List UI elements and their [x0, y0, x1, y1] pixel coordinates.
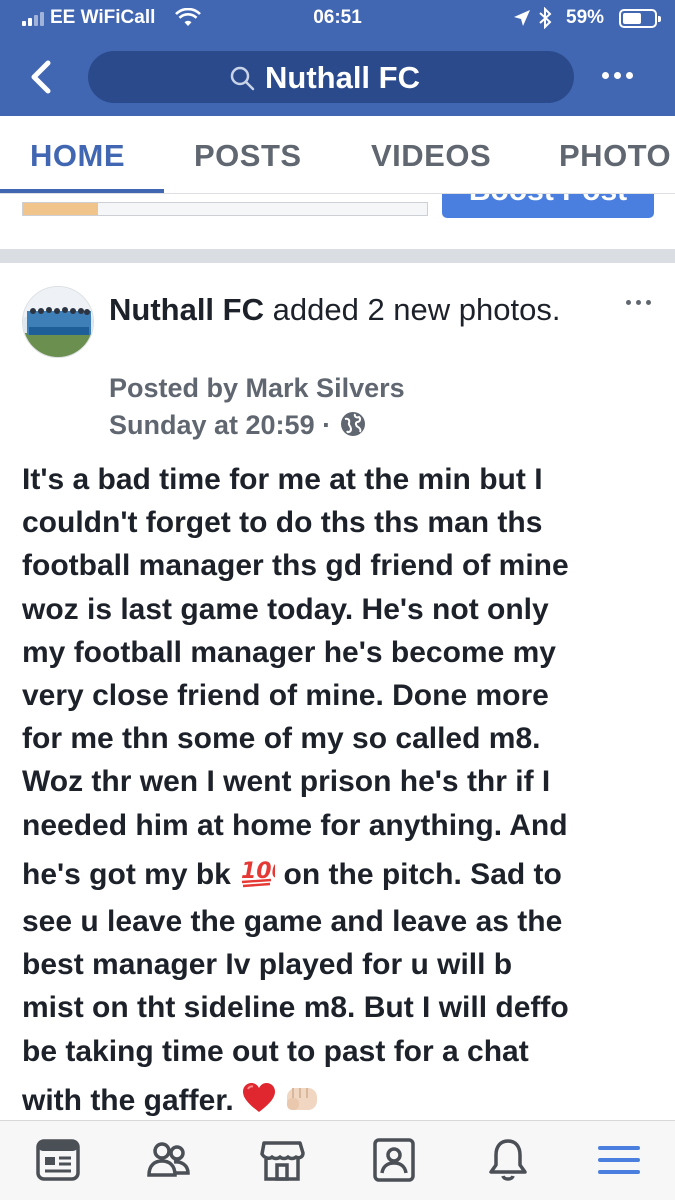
post-line: football manager ths gd friend of mine: [22, 549, 569, 583]
tab-videos[interactable]: VIDEOS: [371, 138, 491, 174]
post-line: mist on tht sideline m8. But I will deff…: [22, 991, 569, 1025]
status-bar: EE WiFiCall 06:51 59%: [0, 0, 675, 38]
post-line: with the gaffer.: [22, 1079, 662, 1126]
groups-icon[interactable]: [144, 1135, 194, 1185]
post-line: Woz thr wen I went prison he's thr if I: [22, 765, 551, 799]
notifications-icon[interactable]: [483, 1135, 533, 1185]
post-line: be taking time out to past for a chat: [22, 1034, 529, 1068]
back-button[interactable]: [22, 55, 62, 99]
post-action: added 2 new photos.: [272, 292, 561, 327]
post-line: my football manager he's become my: [22, 635, 556, 669]
post-line: couldn't forget to do ths ths man ths: [22, 506, 543, 540]
post-timestamp[interactable]: Sunday at 20:59 ·: [109, 410, 331, 440]
post-line: see u leave the game and leave as the: [22, 905, 563, 939]
tab-home[interactable]: HOME: [30, 138, 125, 174]
top-header: EE WiFiCall 06:51 59% Nuthall FC: [0, 0, 675, 116]
post-options-button[interactable]: [624, 298, 654, 310]
hundred-points-emoji: 100: [239, 856, 287, 900]
search-input[interactable]: Nuthall FC: [88, 51, 574, 103]
bluetooth-icon: [538, 6, 552, 35]
location-arrow-icon: [513, 9, 531, 33]
tab-posts[interactable]: POSTS: [194, 138, 302, 174]
boost-post-button[interactable]: Boost Post: [442, 194, 654, 218]
menu-icon[interactable]: [594, 1135, 644, 1185]
more-options-button[interactable]: [598, 64, 638, 88]
post-line: for me thn some of my so called m8.: [22, 722, 541, 756]
page-avatar[interactable]: [22, 286, 94, 358]
active-tab-indicator: [0, 189, 164, 193]
page-tabs: HOME POSTS VIDEOS PHOTO: [0, 116, 675, 194]
section-divider: [0, 249, 675, 263]
audience-progress-bar: [22, 202, 428, 216]
post-body: It's a bad time for me at the min but I …: [22, 458, 662, 1126]
posted-by: Posted by Mark Silvers: [109, 373, 405, 403]
boost-post-row: Boost Post: [0, 194, 675, 246]
post-line: best manager Iv played for u will b: [22, 948, 513, 982]
tab-photos[interactable]: PHOTO: [559, 138, 671, 174]
post-header: Nuthall FC added 2 new photos.: [109, 288, 609, 331]
search-query: Nuthall FC: [265, 60, 420, 95]
globe-icon: [339, 410, 367, 445]
post-timestamp-row: Sunday at 20:59 ·: [109, 410, 367, 445]
post-line: needed him at home for anything. And: [22, 808, 568, 842]
battery-icon: [619, 9, 661, 28]
battery-percent: 59%: [566, 7, 605, 28]
marketplace-icon[interactable]: [257, 1135, 307, 1185]
post-line: very close friend of mine. Done more: [22, 679, 549, 713]
post-line-part: on the pitch. Sad to: [283, 857, 562, 891]
post-author[interactable]: Nuthall FC: [109, 292, 264, 327]
post-line: he's got my bk 100 on the pitch. Sad to: [22, 853, 662, 900]
post-line-part: he's got my bk: [22, 857, 231, 891]
post-line-part: with the gaffer.: [22, 1083, 234, 1117]
post-line: woz is last game today. He's not only: [22, 592, 549, 626]
profile-icon[interactable]: [369, 1135, 419, 1185]
bottom-navigation: [0, 1120, 675, 1200]
post-line: It's a bad time for me at the min but I: [22, 463, 543, 496]
search-icon: [229, 65, 255, 96]
news-feed-icon[interactable]: [33, 1135, 83, 1185]
